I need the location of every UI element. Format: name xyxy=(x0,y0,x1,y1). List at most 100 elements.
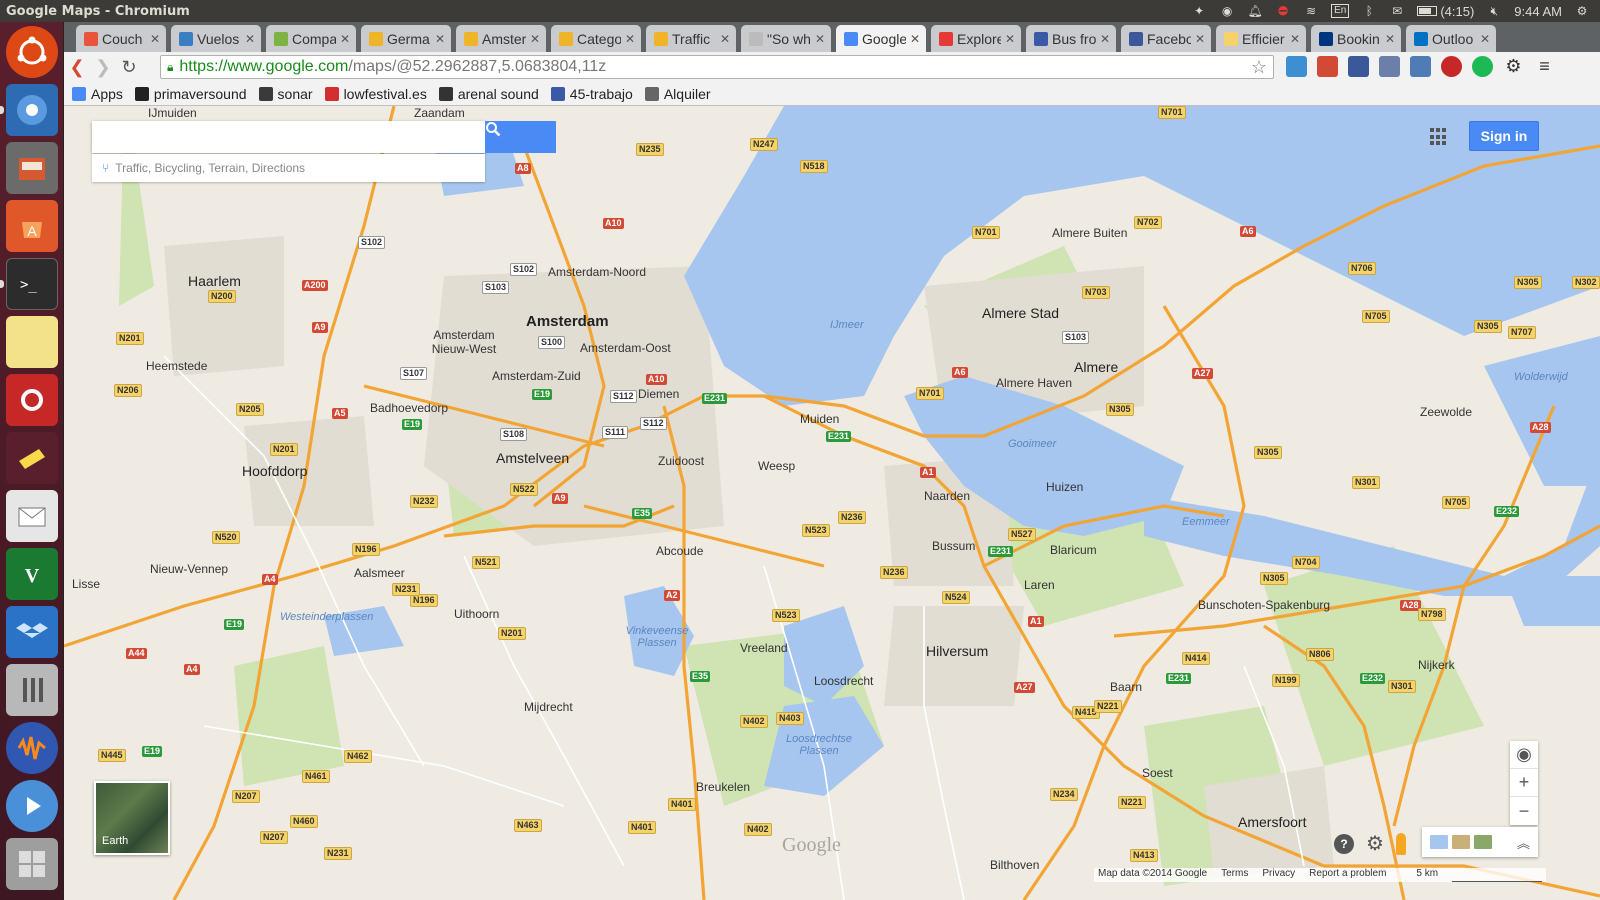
browser-tab[interactable]: Compa ✕ xyxy=(266,25,356,52)
extension-plus-icon[interactable] xyxy=(1317,56,1338,77)
place-label[interactable]: Huizen xyxy=(1046,480,1083,494)
tab-close-icon[interactable]: ✕ xyxy=(625,32,635,46)
place-label[interactable]: Amsterdam-Zuid xyxy=(492,369,581,383)
bookmark-item[interactable]: arenal sound xyxy=(438,86,539,102)
place-label[interactable]: Amsterdam Nieuw-West xyxy=(424,328,504,356)
notification-icon[interactable]: 🔔︎ xyxy=(1247,3,1263,19)
place-label[interactable]: Baarn xyxy=(1110,680,1142,694)
software-center-icon[interactable]: A xyxy=(6,200,58,252)
zoom-out-button[interactable]: − xyxy=(1510,797,1538,825)
audacity-icon[interactable] xyxy=(6,722,58,774)
place-label[interactable]: Amstelveen xyxy=(496,450,569,466)
apps-grid-icon[interactable] xyxy=(1430,128,1448,146)
place-label[interactable]: Amsterdam xyxy=(526,313,609,330)
place-label[interactable]: Amsterdam-Noord xyxy=(548,265,646,279)
chrome-menu-icon[interactable]: ≡ xyxy=(1534,56,1555,77)
no-entry-icon[interactable]: ⛔︎ xyxy=(1275,3,1291,19)
place-label[interactable]: Diemen xyxy=(638,387,679,401)
battery-indicator[interactable]: (4:15) xyxy=(1417,4,1474,19)
place-label[interactable]: Blaricum xyxy=(1050,543,1097,557)
place-label[interactable]: Zaandam xyxy=(414,106,465,120)
place-label[interactable]: Mijdrecht xyxy=(524,700,573,714)
place-label[interactable]: Zuidoost xyxy=(658,454,704,468)
browser-tab[interactable]: Vuelos ✕ xyxy=(171,25,261,52)
search-input[interactable] xyxy=(92,121,485,153)
tab-close-icon[interactable]: ✕ xyxy=(910,32,920,46)
place-label[interactable]: Nijkerk xyxy=(1418,658,1455,672)
browser-tab[interactable]: Bus fro ✕ xyxy=(1026,25,1116,52)
browser-tab[interactable]: "So wh ✕ xyxy=(741,25,831,52)
settings-gear-icon[interactable]: ⚙ xyxy=(1574,3,1590,19)
workspace-switcher-icon[interactable] xyxy=(6,838,58,890)
place-label[interactable]: Bilthoven xyxy=(990,858,1039,872)
place-label[interactable]: Lisse xyxy=(72,577,100,591)
tab-close-icon[interactable]: ✕ xyxy=(1005,32,1015,46)
place-label[interactable]: Weesp xyxy=(758,459,795,473)
scale-label[interactable]: 5 km xyxy=(1416,868,1438,882)
tab-close-icon[interactable]: ✕ xyxy=(720,32,730,46)
dropbox-tray-icon[interactable]: ✦ xyxy=(1191,3,1207,19)
earth-view-toggle[interactable]: Earth xyxy=(94,781,170,855)
report-problem-link[interactable]: Report a problem xyxy=(1309,868,1386,882)
search-box[interactable] xyxy=(92,121,485,153)
tab-close-icon[interactable]: ✕ xyxy=(1195,32,1205,46)
browser-tab[interactable]: Traffic ✕ xyxy=(646,25,736,52)
tab-close-icon[interactable]: ✕ xyxy=(1385,32,1395,46)
place-label[interactable]: Uithoorn xyxy=(454,607,499,621)
bookmark-item[interactable]: lowfestival.es xyxy=(324,86,427,102)
place-label[interactable]: Heemstede xyxy=(146,359,207,373)
place-label[interactable]: Almere Stad xyxy=(982,305,1059,321)
browser-tab[interactable]: Facebo ✕ xyxy=(1121,25,1211,52)
place-label[interactable]: Aalsmeer xyxy=(354,566,405,580)
terminal-icon[interactable]: >_ xyxy=(6,258,58,310)
search-button[interactable] xyxy=(485,121,556,153)
place-label[interactable]: Naarden xyxy=(924,489,970,503)
media-player-icon[interactable] xyxy=(6,780,58,832)
address-bar[interactable]: 🔒︎ https://www.google.com/maps/@52.29628… xyxy=(160,55,1274,79)
browser-tab[interactable]: Germa ✕ xyxy=(361,25,451,52)
reload-button[interactable]: ↻ xyxy=(116,57,142,78)
sticky-notes-icon[interactable] xyxy=(6,316,58,368)
mixer-icon[interactable] xyxy=(6,664,58,716)
imagery-thumb[interactable] xyxy=(1430,835,1448,849)
place-label[interactable]: Amsterdam-Oost xyxy=(580,341,671,355)
dash-home-icon[interactable] xyxy=(6,26,58,78)
bookmark-item[interactable]: 45-trabajo xyxy=(550,86,633,102)
place-label[interactable]: Almere Buiten xyxy=(1052,226,1127,240)
place-label[interactable]: Bussum xyxy=(932,539,975,553)
tab-close-icon[interactable]: ✕ xyxy=(1100,32,1110,46)
volume-muted-icon[interactable]: 🔇︎ xyxy=(1486,3,1502,19)
tab-close-icon[interactable]: ✕ xyxy=(245,32,255,46)
my-location-icon[interactable]: ◉ xyxy=(1510,741,1538,769)
extension-lastpass-icon[interactable] xyxy=(1441,56,1462,77)
tomboy-notes-icon[interactable] xyxy=(6,432,58,484)
place-label[interactable]: IJmuiden xyxy=(148,106,197,120)
extension-window-icon[interactable] xyxy=(1410,56,1431,77)
place-label[interactable]: Haarlem xyxy=(188,273,241,289)
place-label[interactable]: Vreeland xyxy=(740,641,788,655)
tab-close-icon[interactable]: ✕ xyxy=(340,32,350,46)
browser-tab[interactable]: Couch ✕ xyxy=(76,25,166,52)
place-label[interactable]: Hoofddorp xyxy=(242,463,307,479)
extension-calendar-icon[interactable] xyxy=(1286,56,1307,77)
tab-close-icon[interactable]: ✕ xyxy=(815,32,825,46)
place-label[interactable]: Loosdrecht xyxy=(814,674,873,688)
tab-close-icon[interactable]: ✕ xyxy=(435,32,445,46)
browser-tab[interactable]: Efficier ✕ xyxy=(1216,25,1306,52)
place-label[interactable]: Laren xyxy=(1024,578,1055,592)
place-label[interactable]: Nieuw-Vennep xyxy=(150,562,228,576)
place-label[interactable]: Almere Haven xyxy=(996,376,1072,390)
place-label[interactable]: Breukelen xyxy=(696,780,750,794)
chromium-launcher-icon[interactable] xyxy=(6,84,58,136)
back-button[interactable]: ❮ xyxy=(64,57,90,78)
files-launcher-icon[interactable] xyxy=(6,142,58,194)
terms-link[interactable]: Terms xyxy=(1221,868,1248,882)
extension-facebook-icon[interactable] xyxy=(1348,56,1369,77)
tab-close-icon[interactable]: ✕ xyxy=(530,32,540,46)
sign-in-button[interactable]: Sign in xyxy=(1469,121,1539,151)
map-canvas[interactable]: Amsterdam Haarlem Hoofddorp Amstelveen A… xyxy=(64,106,1600,900)
place-label[interactable]: Badhoevedorp xyxy=(370,401,448,415)
help-icon[interactable]: ? xyxy=(1334,833,1354,854)
bookmark-item[interactable]: primaversound xyxy=(134,86,247,102)
forward-button[interactable]: ❯ xyxy=(90,57,116,78)
